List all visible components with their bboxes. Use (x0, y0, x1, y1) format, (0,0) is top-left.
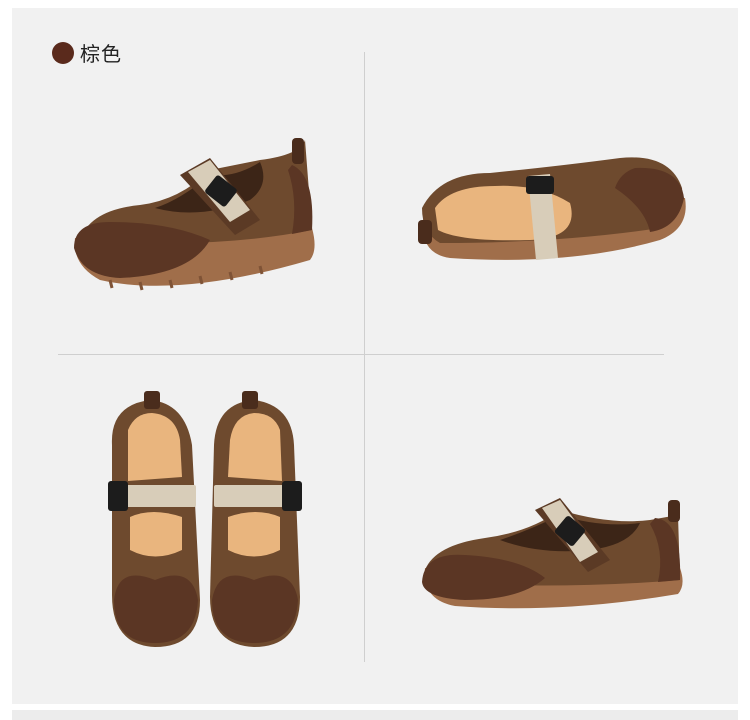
color-label: 棕色 (52, 38, 122, 67)
horizontal-divider (58, 354, 664, 355)
shoe-side-right-view (410, 148, 700, 278)
color-name: 棕色 (80, 42, 122, 66)
shoe-side-angled-view (410, 490, 690, 620)
shoe-pair-top-view (100, 385, 310, 655)
vertical-divider (364, 52, 365, 662)
shoe-side-left-view (60, 130, 330, 300)
color-swatch (52, 41, 74, 64)
bottom-strip (12, 710, 738, 720)
